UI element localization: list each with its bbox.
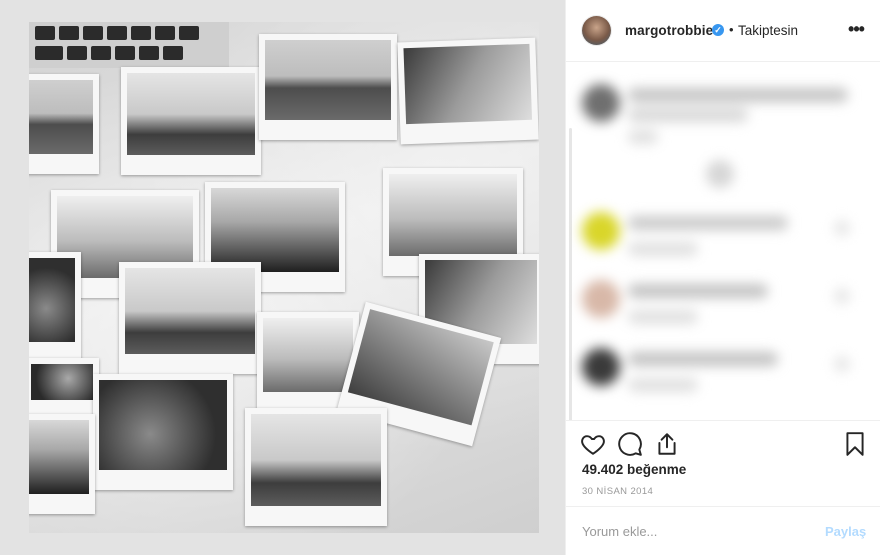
polaroid-photo (29, 74, 99, 174)
polaroid-photo (119, 262, 261, 374)
comment-input[interactable] (582, 519, 812, 543)
header-separator: • (729, 22, 734, 37)
blurred-comment (576, 208, 866, 268)
post-photo[interactable] (29, 22, 539, 533)
more-options-icon[interactable]: ••• (844, 17, 868, 41)
comments-scrollbar[interactable] (569, 128, 572, 420)
post-header: margotrobbie ✓ • Takiptesin ••• (566, 0, 880, 62)
like-count[interactable]: 49.402 beğenme (582, 462, 686, 477)
polaroid-photo (29, 252, 81, 362)
polaroid-photo (121, 67, 261, 175)
username-link[interactable]: margotrobbie (625, 23, 713, 38)
polaroid-photo (29, 414, 95, 514)
comments-list[interactable] (566, 62, 880, 420)
following-button[interactable]: Takiptesin (738, 23, 798, 38)
laptop-keyboard (29, 22, 229, 68)
comment-form: Paylaş (566, 506, 880, 555)
post-comment-button[interactable]: Paylaş (825, 524, 866, 539)
polaroid-photo (259, 34, 397, 140)
blurred-comment (576, 80, 866, 150)
share-icon[interactable] (654, 431, 680, 457)
blurred-comment (576, 344, 866, 404)
verified-badge-icon: ✓ (712, 24, 724, 36)
post-date[interactable]: 30 NİSAN 2014 (582, 486, 653, 497)
polaroid-photo (29, 358, 99, 420)
post-sidebar: margotrobbie ✓ • Takiptesin ••• 49.402 b… (565, 0, 880, 555)
blurred-load-more (576, 158, 866, 192)
bookmark-icon[interactable] (842, 431, 868, 457)
polaroid-photo (245, 408, 387, 526)
speech-bubble-icon[interactable] (617, 431, 643, 457)
avatar[interactable] (582, 16, 611, 45)
polaroid-photo (93, 374, 233, 490)
post-photo-pane (0, 0, 565, 555)
heart-icon[interactable] (580, 431, 606, 457)
blurred-comment (576, 276, 866, 336)
polaroid-photo (397, 37, 539, 145)
